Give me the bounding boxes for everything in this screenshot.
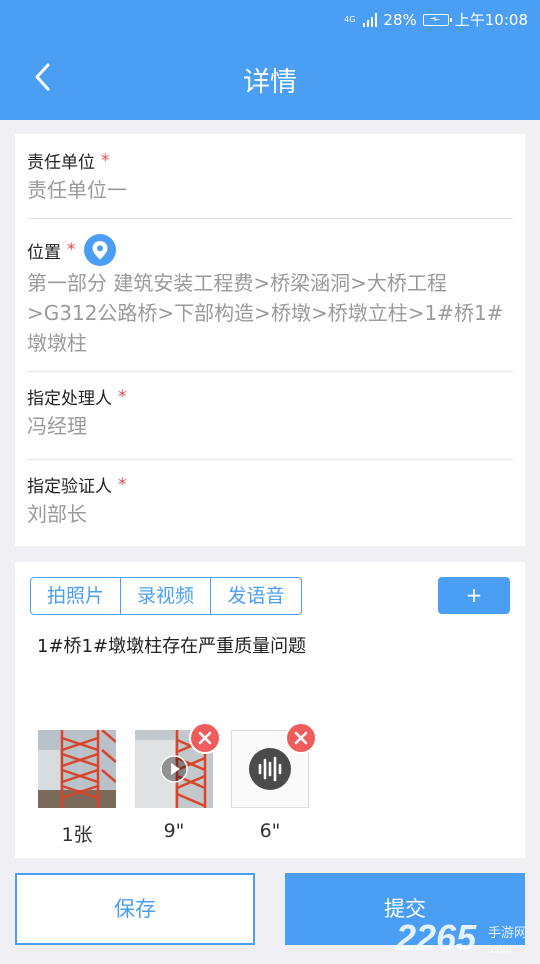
field-label: 位置 — [27, 242, 61, 263]
clock: 上午10:08 — [454, 11, 528, 29]
page-title: 详情 — [243, 67, 297, 98]
field-label: 责任单位 — [27, 153, 95, 173]
media-card: 拍照片 录视频 发语音 + 1#桥1#墩墩柱存在严重质量问题 1张 9" 6" — [15, 562, 525, 858]
add-button[interactable]: + — [438, 577, 510, 614]
audio-duration: 6" — [259, 820, 281, 842]
delete-audio-button[interactable] — [285, 722, 317, 754]
field-value: 冯经理 — [27, 414, 87, 438]
watermark-logo: 2265 手游网 .com — [390, 910, 540, 960]
svg-text:2265: 2265 — [395, 917, 477, 958]
location-pin-icon[interactable] — [83, 234, 116, 266]
svg-text:.com: .com — [488, 944, 512, 956]
field-value: 责任单位一 — [27, 178, 127, 202]
status-bar: 4G 28% 上午10:08 — [0, 0, 540, 36]
required-mark: * — [101, 150, 110, 171]
video-duration: 9" — [163, 820, 185, 842]
field-verifier[interactable]: 指定验证人 * 刘部长 — [27, 472, 513, 538]
required-mark: * — [118, 474, 127, 495]
save-button[interactable]: 保存 — [15, 873, 255, 945]
media-tabs: 拍照片 录视频 发语音 — [30, 577, 302, 615]
voice-wave-icon — [249, 748, 291, 790]
field-label: 指定处理人 — [27, 389, 112, 409]
app-bar: 详情 — [0, 36, 540, 120]
close-icon — [198, 731, 212, 745]
close-icon — [294, 731, 308, 745]
record-voice-tab[interactable]: 发语音 — [211, 578, 301, 614]
delete-video-button[interactable] — [189, 722, 221, 754]
svg-text:手游网: 手游网 — [488, 926, 527, 941]
take-photo-tab[interactable]: 拍照片 — [31, 578, 121, 614]
network-indicator: 4G — [344, 14, 356, 24]
field-location[interactable]: 位置 * 第一部分 建筑安装工程费>桥梁涵洞>大桥工程>G312公路桥>下部构造… — [27, 234, 513, 372]
info-card: 责任单位 * 责任单位一 位置 * 第一部分 建筑安装工程费>桥梁涵洞>大桥工程>… — [15, 134, 525, 546]
battery-percent: 28% — [383, 10, 417, 29]
photo-thumbnail[interactable] — [38, 730, 116, 808]
required-mark: * — [118, 386, 127, 407]
field-responsible-unit[interactable]: 责任单位 * 责任单位一 — [27, 148, 513, 219]
photo-count: 1张 — [61, 824, 93, 846]
record-video-tab[interactable]: 录视频 — [121, 578, 211, 614]
field-value: 第一部分 建筑安装工程费>桥梁涵洞>大桥工程>G312公路桥>下部构造>桥墩>桥… — [27, 271, 504, 355]
play-icon — [160, 755, 188, 783]
field-value: 刘部长 — [27, 502, 87, 526]
issue-description[interactable]: 1#桥1#墩墩柱存在严重质量问题 — [37, 632, 306, 658]
signal-icon — [363, 12, 378, 27]
battery-icon — [422, 13, 452, 26]
required-mark: * — [67, 240, 76, 260]
field-handler[interactable]: 指定处理人 * 冯经理 — [27, 384, 513, 460]
field-label: 指定验证人 — [27, 477, 112, 497]
